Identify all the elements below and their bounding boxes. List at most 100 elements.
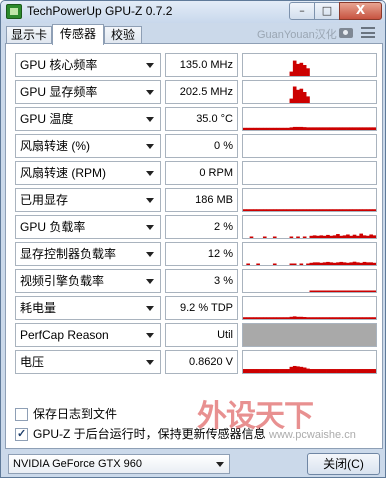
sensor-label-dropdown[interactable]: GPU 核心频率	[15, 53, 161, 77]
trace-bar	[296, 209, 300, 211]
sensor-label-dropdown[interactable]: GPU 负载率	[15, 215, 161, 239]
trace-bar	[342, 317, 347, 319]
trace-bar	[356, 290, 360, 292]
chevron-down-icon	[146, 171, 154, 176]
trace-bar	[309, 235, 314, 238]
chevron-down-icon	[146, 117, 154, 122]
sensor-label-dropdown[interactable]: 风扇转速 (RPM)	[15, 161, 161, 185]
trace-bar	[259, 127, 264, 130]
minimize-button[interactable]: –	[289, 2, 315, 20]
tab-graphics-card[interactable]: 显示卡	[6, 26, 52, 44]
chevron-down-icon	[146, 252, 154, 257]
trace-bar	[322, 290, 327, 292]
camera-icon[interactable]	[339, 28, 353, 38]
trace-bar	[362, 209, 367, 211]
sensor-trace-chart	[243, 316, 376, 319]
sensor-label-dropdown[interactable]: 电压	[15, 350, 161, 374]
tab-sensors[interactable]: 传感器	[52, 24, 104, 45]
trace-bar	[312, 209, 317, 211]
maximize-button[interactable]: □	[314, 2, 340, 20]
window-close-button[interactable]: X	[339, 2, 382, 20]
trace-bar	[246, 317, 250, 319]
trace-bar	[342, 127, 347, 130]
translator-credit: GuanYouan汉化	[257, 29, 337, 41]
log-to-file-option[interactable]: 保存日志到文件	[15, 407, 215, 423]
menu-icon[interactable]	[361, 27, 375, 38]
trace-bar	[349, 317, 354, 319]
trace-bar	[299, 263, 304, 265]
trace-bar	[309, 317, 314, 319]
trace-bar	[259, 317, 264, 319]
trace-bar	[272, 127, 277, 130]
gpu-selector-dropdown[interactable]: NVIDIA GeForce GTX 960	[8, 454, 230, 474]
trace-bar	[246, 209, 250, 211]
trace-bar	[262, 127, 267, 130]
trace-bar	[302, 367, 307, 373]
sensor-label-dropdown[interactable]: 风扇转速 (%)	[15, 134, 161, 158]
trace-bar	[339, 369, 344, 373]
trace-bar	[276, 317, 280, 319]
sensor-trace-chart	[309, 290, 376, 292]
trace-bar	[256, 317, 260, 319]
trace-bar	[249, 236, 254, 238]
sensor-label-dropdown[interactable]: 显存控制器负载率	[15, 242, 161, 266]
sensor-value: 0 %	[165, 134, 238, 158]
trace-bar	[372, 290, 376, 292]
trace-bar	[269, 317, 274, 319]
trace-bar	[362, 235, 367, 238]
sensor-row: 已用显存 186 MB	[15, 188, 383, 212]
trace-bar	[262, 317, 267, 319]
trace-bar	[316, 290, 320, 292]
sensor-label-dropdown[interactable]: GPU 显存频率	[15, 80, 161, 104]
trace-bar	[266, 317, 270, 319]
trace-bar	[309, 290, 314, 292]
sensor-label-dropdown[interactable]: 耗电量	[15, 296, 161, 320]
trace-bar	[326, 261, 330, 265]
trace-bar	[356, 262, 360, 265]
trace-bar	[296, 366, 300, 373]
trace-bar	[312, 127, 317, 130]
sensor-label-dropdown[interactable]: 已用显存	[15, 188, 161, 212]
trace-bar	[349, 369, 354, 373]
trace-bar	[243, 127, 247, 130]
trace-bar	[309, 262, 314, 265]
trace-bar	[312, 317, 317, 319]
trace-bar	[262, 369, 267, 373]
trace-bar	[316, 262, 320, 265]
trace-bar	[342, 369, 347, 373]
trace-bar	[269, 127, 274, 130]
trace-bar	[319, 262, 324, 265]
sensor-trace-chart	[243, 209, 376, 211]
sensor-graph	[242, 188, 377, 212]
trace-bar	[336, 262, 340, 265]
trace-bar	[243, 317, 247, 319]
trace-bar	[269, 209, 274, 211]
title-bar: TechPowerUp GPU-Z 0.7.2 – □ X	[1, 1, 385, 23]
tab-validation[interactable]: 校验	[104, 26, 142, 44]
background-update-checkbox[interactable]	[15, 427, 28, 441]
trace-bar	[259, 209, 264, 211]
chevron-down-icon	[146, 225, 154, 230]
log-to-file-checkbox[interactable]	[15, 408, 28, 421]
trace-bar	[312, 369, 317, 373]
sensor-trace-chart	[243, 126, 376, 130]
trace-bar	[292, 209, 297, 211]
sensor-trace-chart	[289, 86, 310, 103]
trace-bar	[349, 209, 354, 211]
sensor-label-dropdown[interactable]: PerfCap Reason	[15, 323, 161, 347]
close-button[interactable]: 关闭(C)	[307, 453, 380, 475]
trace-bar	[332, 127, 337, 130]
trace-bar	[346, 234, 350, 238]
trace-bar	[372, 209, 376, 211]
trace-bar	[326, 317, 330, 319]
sensor-label: 风扇转速 (RPM)	[20, 166, 106, 180]
sensor-label-dropdown[interactable]: GPU 温度	[15, 107, 161, 131]
trace-bar	[289, 98, 294, 103]
sensor-label-dropdown[interactable]: 视频引擎负载率	[15, 269, 161, 293]
sensor-graph	[242, 134, 377, 158]
sensor-row: GPU 负载率 2 %	[15, 215, 383, 239]
trace-bar	[352, 290, 357, 292]
trace-bar	[362, 369, 367, 373]
sensor-graph	[242, 269, 377, 293]
trace-bar	[322, 209, 327, 211]
